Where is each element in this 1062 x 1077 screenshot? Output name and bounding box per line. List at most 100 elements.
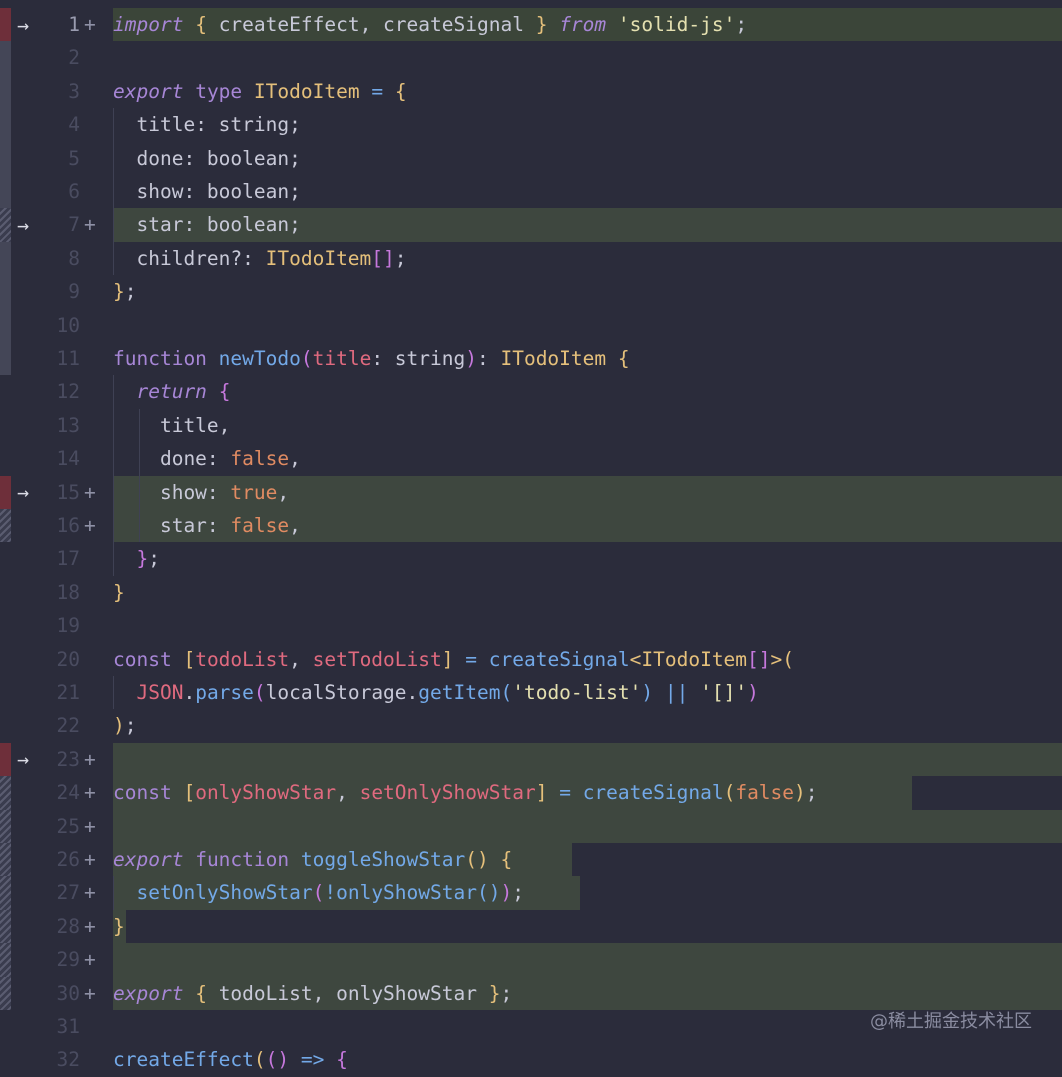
code-token: (): [265, 1048, 290, 1072]
code-line[interactable]: 32 createEffect(() => {: [0, 1043, 1062, 1076]
diff-gutter-bar[interactable]: [0, 208, 11, 242]
code-line[interactable]: 28 +}: [0, 909, 1062, 944]
diff-gutter-bar[interactable]: [0, 141, 11, 175]
code-token: ): [113, 714, 125, 738]
code-line[interactable]: → 23 +: [0, 742, 1062, 777]
change-highlight: [113, 809, 1062, 843]
code-token: false: [230, 514, 290, 537]
code-text: return {: [113, 375, 230, 408]
diff-gutter-bar[interactable]: [0, 175, 11, 209]
code-text: }: [113, 576, 125, 609]
code-line[interactable]: 25 +: [0, 809, 1062, 843]
diff-gutter-bar[interactable]: [0, 342, 11, 376]
code-line[interactable]: → 7 + star: boolean;: [0, 208, 1062, 242]
code-line[interactable]: 22);: [0, 709, 1062, 742]
code-token: export: [113, 981, 184, 1005]
line-number: 6: [68, 180, 80, 203]
code-line[interactable]: 24 + const [onlyShowStar, setOnlyShowStar]…: [0, 776, 1062, 810]
diff-gutter-bar[interactable]: [0, 909, 11, 944]
code-line[interactable]: 4 title: string;: [0, 108, 1062, 142]
code-line[interactable]: 13 title,: [0, 408, 1062, 443]
diff-gutter-bar[interactable]: [0, 74, 11, 109]
code-token: ITodoItem: [253, 79, 360, 103]
code-line[interactable]: 21 JSON.parse(localStorage.getItem('todo…: [0, 676, 1062, 710]
diff-gutter-bar[interactable]: [0, 976, 11, 1010]
code-line[interactable]: 5 done: boolean;: [0, 141, 1062, 175]
diff-gutter-bar[interactable]: [0, 943, 11, 977]
line-number: 1: [68, 13, 80, 36]
code-token: const: [113, 647, 172, 671]
line-number: 20: [56, 647, 80, 671]
code-token: []: [371, 246, 395, 270]
code-line[interactable]: 27 + setOnlyShowStar(!onlyShowStar());: [0, 876, 1062, 910]
code-line[interactable]: 9};: [0, 275, 1062, 309]
code-token: import: [113, 13, 184, 36]
line-number: 15: [56, 480, 80, 504]
line-number: 3: [68, 79, 80, 103]
code-line[interactable]: 10: [0, 308, 1062, 342]
diff-gutter-bar[interactable]: [0, 108, 11, 142]
code-line[interactable]: 2: [0, 41, 1062, 75]
code-line[interactable]: 17 };: [0, 542, 1062, 576]
code-text: function newTodo(title: string): ITodoIt…: [113, 342, 630, 375]
code-token: ,: [277, 480, 290, 504]
code-token: : boolean;: [183, 180, 301, 203]
code-token: ;: [805, 781, 818, 805]
code-token: :: [476, 347, 501, 370]
line-number: 19: [56, 614, 80, 638]
code-line[interactable]: 3 export type ITodoItem = {: [0, 74, 1062, 109]
code-editor[interactable]: → 1 + import { createEffect, createSignal }…: [0, 0, 1062, 1071]
added-line-marker: +: [84, 480, 96, 504]
code-line[interactable]: → 1 + import { createEffect, createSignal }…: [0, 8, 1062, 42]
added-line-marker: +: [84, 814, 96, 838]
code-line[interactable]: 8 children?: ITodoItem[];: [0, 241, 1062, 276]
code-line[interactable]: 14 done: false,: [0, 442, 1062, 476]
code-token: >: [770, 647, 783, 671]
diff-gutter-bar[interactable]: [0, 742, 11, 777]
watermark: @稀土掘金技术社区: [870, 1011, 1032, 1032]
code-line[interactable]: 11 function newTodo(title: string): ITodo…: [0, 342, 1062, 376]
code-token: []: [747, 647, 771, 671]
code-token: .: [183, 681, 196, 704]
code-line[interactable]: 30 + export { todoList, onlyShowStar };: [0, 976, 1062, 1010]
added-line-marker: +: [84, 213, 96, 237]
diff-gutter-bar[interactable]: [0, 876, 11, 910]
diff-gutter-bar[interactable]: [0, 241, 11, 276]
line-number: 18: [56, 580, 80, 604]
line-number: 16: [56, 514, 80, 537]
code-line[interactable]: 19: [0, 609, 1062, 642]
diff-gutter-bar[interactable]: [0, 809, 11, 843]
code-token: return: [136, 380, 207, 404]
code-line[interactable]: → 15 + show: true,: [0, 475, 1062, 509]
diff-gutter-bar[interactable]: [0, 509, 11, 543]
code-token: :: [206, 514, 231, 537]
diff-gutter-bar[interactable]: [0, 8, 11, 42]
code-token: [: [183, 647, 196, 671]
code-line[interactable]: 29 +: [0, 943, 1062, 977]
diff-gutter-bar[interactable]: [0, 475, 11, 509]
code-line[interactable]: 6 show: boolean;: [0, 175, 1062, 209]
code-line[interactable]: 26 + export function toggleShowStar() {: [0, 843, 1062, 877]
diff-gutter-bar[interactable]: [0, 308, 11, 342]
code-line[interactable]: 16 + star: false,: [0, 509, 1062, 543]
code-token: ;: [124, 714, 137, 738]
code-line[interactable]: 18}: [0, 576, 1062, 609]
added-line-marker: +: [84, 948, 96, 972]
code-line[interactable]: 20 const [todoList, setTodoList] = create…: [0, 643, 1062, 676]
code-token: done: [113, 447, 207, 471]
diff-gutter-bar[interactable]: [0, 776, 11, 810]
code-token: ITodoItem: [265, 246, 372, 270]
diff-gutter-bar[interactable]: [0, 41, 11, 75]
code-text: export { todoList, onlyShowStar };: [113, 977, 512, 1010]
code-line[interactable]: 12 return {: [0, 375, 1062, 409]
diff-gutter-bar[interactable]: [0, 843, 11, 877]
diff-gutter-bar[interactable]: [0, 275, 11, 309]
